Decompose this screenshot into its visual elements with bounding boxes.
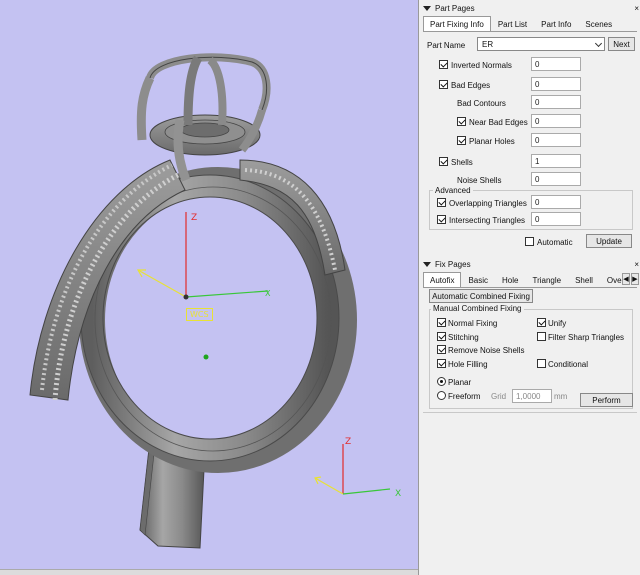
normal-fixing-checkbox[interactable] <box>437 318 446 327</box>
bad-edges-checkbox[interactable] <box>439 80 448 89</box>
planar-radio[interactable] <box>437 377 446 386</box>
overlapping-triangles-checkbox[interactable] <box>437 198 446 207</box>
bad-edges-label: Bad Edges <box>451 81 491 90</box>
automatic-label: Automatic <box>537 238 573 247</box>
conditional-checkbox[interactable] <box>537 359 546 368</box>
part-pages-header[interactable]: Part Pages × <box>423 2 639 14</box>
stitching-checkbox[interactable] <box>437 332 446 341</box>
conditional-label: Conditional <box>548 360 589 369</box>
planar-holes-label: Planar Holes <box>469 137 515 146</box>
shells-label: Shells <box>451 158 473 167</box>
close-icon[interactable]: × <box>634 260 639 269</box>
planar-holes-value: 0 <box>531 133 581 147</box>
bad-edges-value: 0 <box>531 77 581 91</box>
grid-unit-label: mm <box>554 392 568 401</box>
hole-filling-checkbox[interactable] <box>437 359 446 368</box>
filter-sharp-triangles-label: Filter Sharp Triangles <box>548 333 625 342</box>
bad-contours-label: Bad Contours <box>457 99 506 108</box>
normal-fixing-label: Normal Fixing <box>448 319 498 328</box>
inverted-normals-value: 0 <box>531 57 581 71</box>
perform-button[interactable]: Perform <box>580 393 633 407</box>
fix-pages-header[interactable]: Fix Pages × <box>423 258 639 270</box>
tab-triangle[interactable]: Triangle <box>525 273 568 287</box>
next-button[interactable]: Next <box>608 37 635 51</box>
fix-pages-title: Fix Pages <box>435 259 471 269</box>
remove-noise-shells-checkbox[interactable] <box>437 345 446 354</box>
intersecting-triangles-value: 0 <box>531 212 581 226</box>
tab-part-fixing-info[interactable]: Part Fixing Info <box>423 16 491 31</box>
tab-hole[interactable]: Hole <box>495 273 525 287</box>
filter-sharp-triangles-checkbox[interactable] <box>537 332 546 341</box>
unify-checkbox[interactable] <box>537 318 546 327</box>
overlapping-triangles-value: 0 <box>531 195 581 209</box>
near-bad-edges-checkbox[interactable] <box>457 117 466 126</box>
automatic-combined-fixing-button[interactable]: Automatic Combined Fixing <box>429 289 533 303</box>
automatic-checkbox[interactable] <box>525 237 534 246</box>
collapse-triangle-icon[interactable] <box>423 261 431 267</box>
planar-label: Planar <box>448 378 472 387</box>
svg-text:X: X <box>265 289 271 298</box>
bottom-ruler <box>0 569 418 575</box>
hole-filling-label: Hole Filling <box>448 360 488 369</box>
advanced-label: Advanced <box>433 186 473 195</box>
tab-basic[interactable]: Basic <box>461 273 495 287</box>
wcs-label: WCS <box>186 308 213 321</box>
tab-part-info[interactable]: Part Info <box>534 17 578 31</box>
inverted-normals-label: Inverted Normals <box>451 61 512 70</box>
panel-divider <box>423 412 637 413</box>
intersecting-triangles-checkbox[interactable] <box>437 215 446 224</box>
tab-scroll-right-icon[interactable]: ▶ <box>631 273 639 285</box>
3d-viewport[interactable]: Z X Z X WCS <box>0 0 418 575</box>
inverted-normals-checkbox[interactable] <box>439 60 448 69</box>
collapse-triangle-icon[interactable] <box>423 5 431 11</box>
svg-text:Z: Z <box>191 213 197 223</box>
tab-scroll-left-icon[interactable]: ◀ <box>622 273 630 285</box>
manual-combined-fixing-label: Manual Combined Fixing <box>431 304 524 313</box>
near-bad-edges-value: 0 <box>531 114 581 128</box>
unify-label: Unify <box>548 319 567 328</box>
svg-text:Z: Z <box>345 437 351 447</box>
chevron-down-icon <box>594 39 603 48</box>
part-pages-tabs: Part Fixing Info Part List Part Info Sce… <box>423 16 619 31</box>
grid-input[interactable]: 1,0000 <box>512 389 552 403</box>
part-name-select[interactable]: ER <box>477 37 605 51</box>
bad-contours-value: 0 <box>531 95 581 109</box>
close-icon[interactable]: × <box>634 4 639 13</box>
tab-divider <box>423 31 637 32</box>
fix-pages-tabs: Autofix Basic Hole Triangle Shell Over <box>423 272 631 287</box>
tab-shell[interactable]: Shell <box>568 273 600 287</box>
overlapping-triangles-label: Overlapping Triangles <box>449 199 527 208</box>
ring-model-render: Z X Z X <box>29 53 401 549</box>
update-button[interactable]: Update <box>586 234 632 248</box>
tab-divider <box>423 287 637 288</box>
noise-shells-label: Noise Shells <box>457 176 502 185</box>
near-bad-edges-label: Near Bad Edges <box>469 118 528 127</box>
remove-noise-shells-label: Remove Noise Shells <box>448 346 525 355</box>
stitching-label: Stitching <box>448 333 479 342</box>
planar-holes-checkbox[interactable] <box>457 136 466 145</box>
part-name-value: ER <box>482 39 494 49</box>
shells-checkbox[interactable] <box>439 157 448 166</box>
tab-autofix[interactable]: Autofix <box>423 272 462 287</box>
shells-value: 1 <box>531 154 581 168</box>
grid-label: Grid <box>491 392 507 401</box>
part-name-label: Part Name <box>427 41 466 50</box>
side-panel: Part Pages × Part Fixing Info Part List … <box>418 0 640 575</box>
tab-scenes[interactable]: Scenes <box>578 17 619 31</box>
intersecting-triangles-label: Intersecting Triangles <box>449 216 526 225</box>
noise-shells-value: 0 <box>531 172 581 186</box>
svg-text:X: X <box>395 489 401 499</box>
freeform-radio[interactable] <box>437 391 446 400</box>
part-pages-title: Part Pages <box>435 3 475 13</box>
freeform-label: Freeform <box>448 392 481 401</box>
tab-part-list[interactable]: Part List <box>491 17 534 31</box>
